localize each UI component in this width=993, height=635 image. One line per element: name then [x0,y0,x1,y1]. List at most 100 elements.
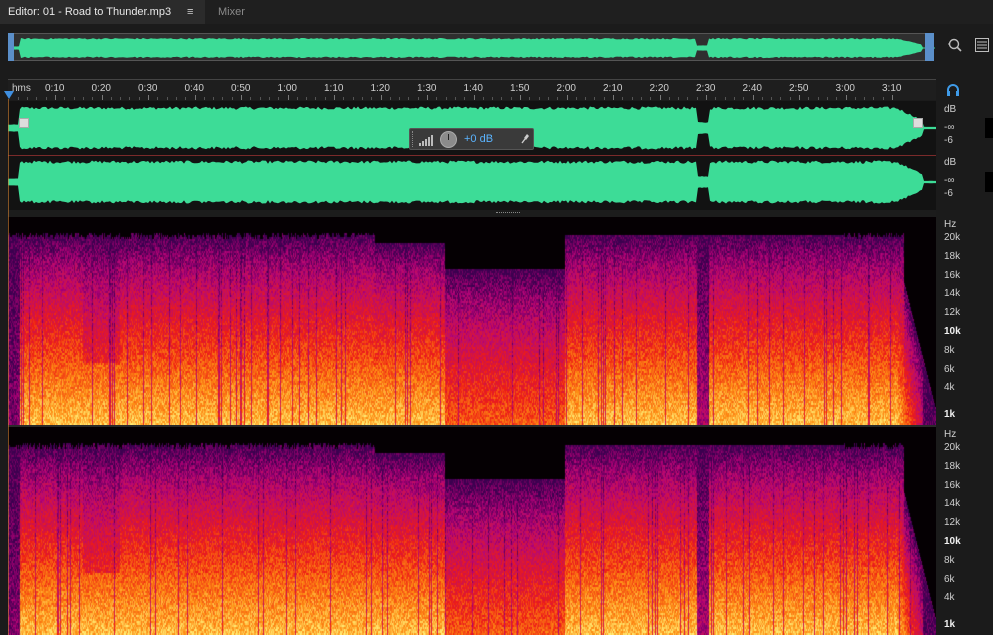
ruler-tick [520,95,521,100]
volume-knob-icon[interactable] [440,131,457,148]
ruler-tick [55,95,56,100]
ruler-tick [613,95,614,100]
ruler-minor-tick [17,97,19,100]
ruler-minor-tick [650,97,652,100]
ruler-tick [892,95,893,100]
ruler-minor-tick [622,97,624,100]
ruler-minor-tick [594,97,596,100]
ruler-minor-tick [817,97,819,100]
gain-hud[interactable]: +0 dB [409,128,534,150]
ruler-tick-label: 0:20 [91,83,111,94]
level-bar [985,118,993,138]
ruler-minor-tick [417,97,419,100]
db-neg6: -6 [944,188,953,199]
frequency-scale-left: Hz 20k 18k 16k 14k 12k 10k 8k 6k 4k 1k [938,217,993,425]
panel-menu-icon[interactable] [975,38,989,55]
ruler-tick-label: 2:50 [789,83,809,94]
freq-tick-label: 16k [944,479,961,491]
tab-editor[interactable]: Editor: 01 - Road to Thunder.mp3 ≡ [0,0,205,24]
ruler-minor-tick [557,97,559,100]
ruler-tick [334,95,335,100]
ruler-minor-tick [529,97,531,100]
splitter-grip[interactable] [496,212,520,215]
db-inf: -∞ [944,175,955,186]
ruler-tick [194,95,196,100]
ruler-minor-tick [882,97,884,100]
ruler-minor-tick [640,97,642,100]
ruler-minor-tick [761,97,763,100]
waveform-display[interactable] [8,101,936,210]
freq-tick-label: 1k [944,619,956,630]
ruler-minor-tick [836,97,838,100]
ruler-tick-label: 1:00 [277,83,297,94]
ruler-minor-tick [157,97,159,100]
gain-value: +0 dB [464,133,494,145]
ruler-tick [752,95,754,100]
ruler-minor-tick [343,97,345,100]
ruler-tick-label: 0:40 [184,83,204,94]
freq-tick-label: 6k [944,573,955,585]
ruler-minor-tick [733,97,735,100]
ruler-tick-label: 1:40 [463,83,483,94]
frequency-scale-right: Hz 20k 18k 16k 14k 12k 10k 8k 6k 4k 1k [938,427,993,635]
spectrogram-channel-left[interactable] [8,217,936,425]
overview-right-handle[interactable] [925,33,934,61]
freq-tick-label: 18k [944,250,961,262]
freq-tick-label: 12k [944,517,961,529]
ruler-minor-tick [213,97,215,100]
ruler-tick-label: 2:00 [556,83,576,94]
ruler-minor-tick [296,97,298,100]
fade-out-handle[interactable] [913,118,923,128]
headphones-icon[interactable] [946,83,960,102]
freq-tick-label: 4k [944,382,955,394]
freq-tick-label: 10k [944,326,961,337]
ruler-minor-tick [64,97,66,100]
overview-navigator[interactable] [8,33,935,61]
zoom-icon[interactable] [947,37,963,56]
level-bar [985,172,993,192]
ruler-minor-tick [678,97,680,100]
ruler-minor-tick [780,97,782,100]
ruler-minor-tick [547,97,549,100]
fade-in-handle[interactable] [19,118,29,128]
overview-left-handle[interactable] [8,33,14,61]
db-neg6: -6 [944,135,953,146]
freq-tick-label: 20k [944,232,961,243]
level-meter-icon [419,135,433,146]
freq-tick-label: 12k [944,307,961,319]
ruler-minor-tick [352,97,354,100]
pin-icon[interactable] [520,132,530,147]
ruler-minor-tick [315,97,317,100]
ruler-tick-label: 0:50 [231,83,251,94]
tab-mixer[interactable]: Mixer [218,0,245,24]
ruler-tick [241,95,242,100]
tab-menu-icon[interactable]: ≡ [187,0,193,24]
ruler-minor-tick [231,97,233,100]
ruler-minor-tick [454,97,456,100]
freq-tick-label: 16k [944,269,961,281]
ruler-minor-tick [603,97,605,100]
ruler-minor-tick [166,97,168,100]
ruler-tick [380,95,382,100]
ruler-minor-tick [371,97,373,100]
ruler-minor-tick [129,97,131,100]
ruler-minor-tick [501,97,503,100]
ruler-tick-label: 2:20 [649,83,669,94]
db-unit: dB [944,104,957,115]
freq-unit: Hz [944,429,957,440]
overview-waveform [9,37,935,59]
spectrogram-channel-right[interactable] [8,427,936,635]
view-splitter[interactable] [8,210,936,217]
freq-tick-label: 6k [944,363,955,375]
time-ruler[interactable]: hms 0:10 0:20 0:30 0:40 0:50 1:00 1:10 1:20 1:30… [8,79,936,100]
ruler-minor-tick [408,97,410,100]
ruler-minor-tick [278,97,280,100]
freq-tick-label: 14k [944,498,961,510]
playhead-marker[interactable] [4,91,14,99]
hud-grip[interactable] [412,131,417,147]
freq-tick-label: 20k [944,442,961,453]
freq-tick-label: 18k [944,460,961,472]
ruler-tick-label: 2:10 [603,83,623,94]
ruler-minor-tick [268,97,270,100]
ruler-minor-tick [36,97,38,100]
